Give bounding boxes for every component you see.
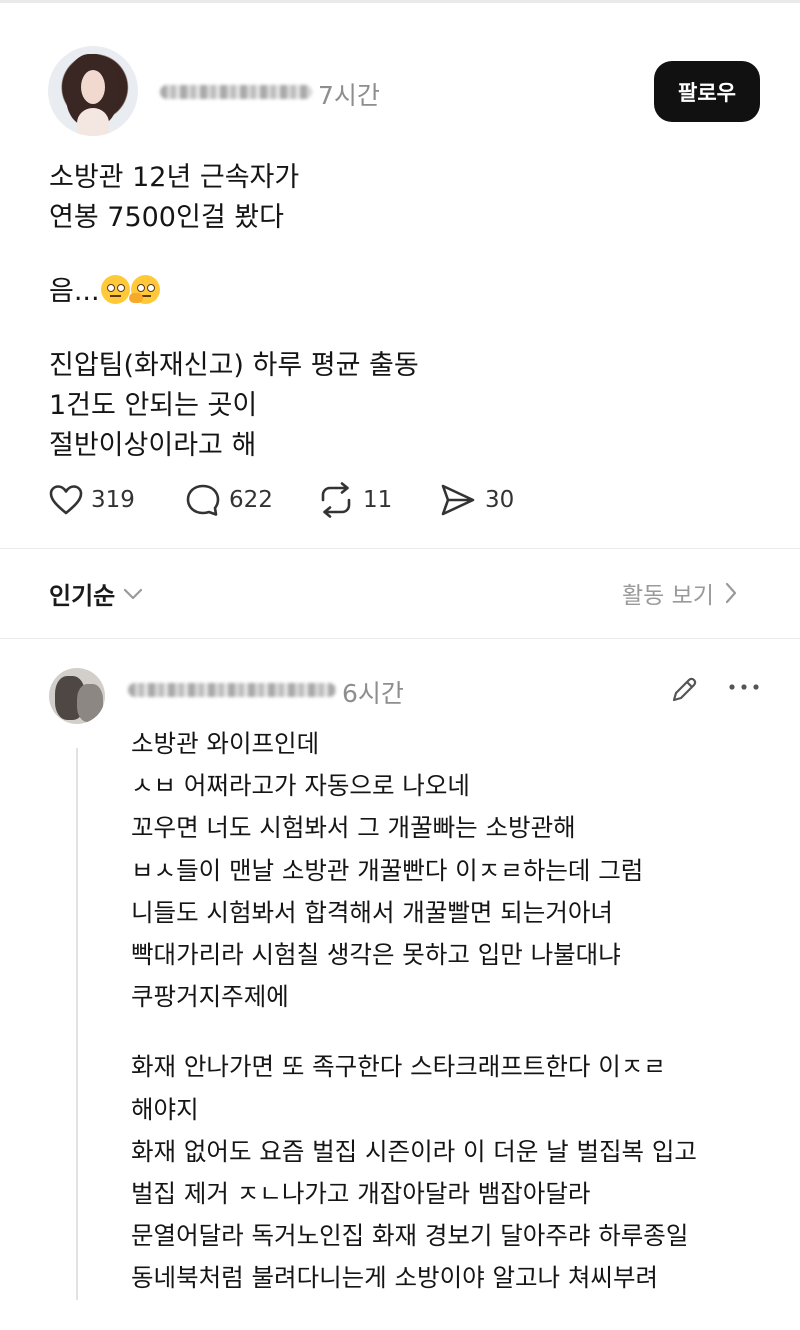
post-body: 소방관 12년 근속자가 연봉 7500인걸 봤다 음... 진압팀(화재신고)… bbox=[49, 158, 419, 466]
reply-line: 꼬우면 너도 시험봐서 그 개꿀빠는 소방관해 bbox=[131, 813, 576, 843]
post-line: 절반이상이라고 해 bbox=[49, 430, 257, 461]
post-line: 연봉 7500인걸 봤다 bbox=[49, 202, 284, 233]
follow-button[interactable]: 팔로우 bbox=[654, 61, 760, 122]
author-avatar[interactable] bbox=[48, 46, 138, 136]
chevron-down-icon bbox=[124, 588, 143, 599]
like-button[interactable]: 319 bbox=[49, 480, 135, 520]
share-button[interactable]: 30 bbox=[439, 480, 514, 520]
repost-count: 11 bbox=[363, 487, 393, 513]
reply-author-avatar[interactable] bbox=[49, 668, 105, 724]
post-actions: 319 622 11 30 bbox=[49, 480, 569, 520]
like-count: 319 bbox=[91, 487, 135, 513]
share-icon bbox=[441, 484, 475, 516]
reply-time: 6시간 bbox=[342, 679, 404, 708]
view-activity-label: 활동 보기 bbox=[622, 583, 714, 609]
reply-line: 니들도 시험봐서 합격해서 개꿀빨면 되는거아녀 bbox=[131, 897, 613, 927]
reply-line: 벌집 제거 ㅈㄴ나가고 개잡아달라 뱀잡아달라 bbox=[131, 1179, 591, 1209]
reply-line: 화재 없어도 요즘 벌집 시즌이라 이 더운 날 벌집복 입고 bbox=[131, 1136, 697, 1166]
reply-line: 해야지 bbox=[131, 1094, 199, 1124]
repost-button[interactable]: 11 bbox=[317, 480, 392, 520]
reply-line: 빡대가리라 시험칠 생각은 못하고 입만 나불대냐 bbox=[131, 940, 621, 970]
reply-author-name-blurred[interactable] bbox=[128, 683, 336, 697]
rolling-eyes-emoji-icon bbox=[100, 275, 130, 304]
more-icon[interactable] bbox=[728, 682, 760, 692]
view-activity-link[interactable]: 활동 보기 bbox=[622, 576, 738, 610]
share-count: 30 bbox=[485, 487, 515, 513]
edit-icon[interactable] bbox=[668, 674, 700, 706]
reply-line: ㅂㅅ들이 맨날 소방관 개꿀빤다 이ㅈㄹ하는데 그럼 bbox=[131, 855, 644, 885]
chevron-right-icon bbox=[725, 582, 737, 604]
reply-line: 동네북처럼 불려다니는게 소방이야 알고나 쳐씨부려 bbox=[131, 1263, 659, 1293]
reply-actions bbox=[668, 672, 768, 708]
post-line: 소방관 12년 근속자가 bbox=[49, 162, 300, 193]
thinking-face-emoji-icon bbox=[128, 275, 160, 304]
reply-line: 소방관 와이프인데 bbox=[131, 729, 320, 758]
reply-line: 화재 안나가면 또 족구한다 스타크래프트한다 이ㅈㄹ bbox=[131, 1052, 666, 1082]
post-time: 7시간 bbox=[318, 81, 380, 110]
repost-icon bbox=[321, 482, 351, 518]
comment-count: 622 bbox=[229, 487, 273, 513]
comment-button[interactable]: 622 bbox=[185, 480, 273, 520]
divider bbox=[0, 548, 800, 549]
post-line: 진압팀(화재신고) 하루 평균 출동 bbox=[49, 350, 419, 381]
comment-icon bbox=[186, 484, 220, 516]
reply-line: 쿠팡거지주제에 bbox=[131, 982, 289, 1012]
reply-line: ㅅㅂ 어쩌라고가 자동으로 나오네 bbox=[131, 771, 470, 801]
divider bbox=[0, 638, 800, 639]
post-line-text: 음... bbox=[49, 276, 100, 307]
post-line: 음... bbox=[49, 272, 419, 312]
reply-line: 문열어달라 독거노인집 화재 경보기 달아주랴 하루종일 bbox=[131, 1221, 689, 1251]
author-name-blurred[interactable] bbox=[160, 85, 312, 99]
reply-thread-line bbox=[76, 748, 78, 1300]
reply-body: 소방관 와이프인데 ㅅㅂ 어쩌라고가 자동으로 나오네 꼬우면 너도 시험봐서 … bbox=[131, 723, 781, 1300]
sort-label: 인기순 bbox=[49, 582, 116, 610]
post-line: 1건도 안되는 곳이 bbox=[49, 390, 258, 421]
heart-icon bbox=[49, 485, 83, 515]
sort-dropdown[interactable]: 인기순 bbox=[49, 576, 143, 611]
top-divider bbox=[0, 0, 800, 3]
